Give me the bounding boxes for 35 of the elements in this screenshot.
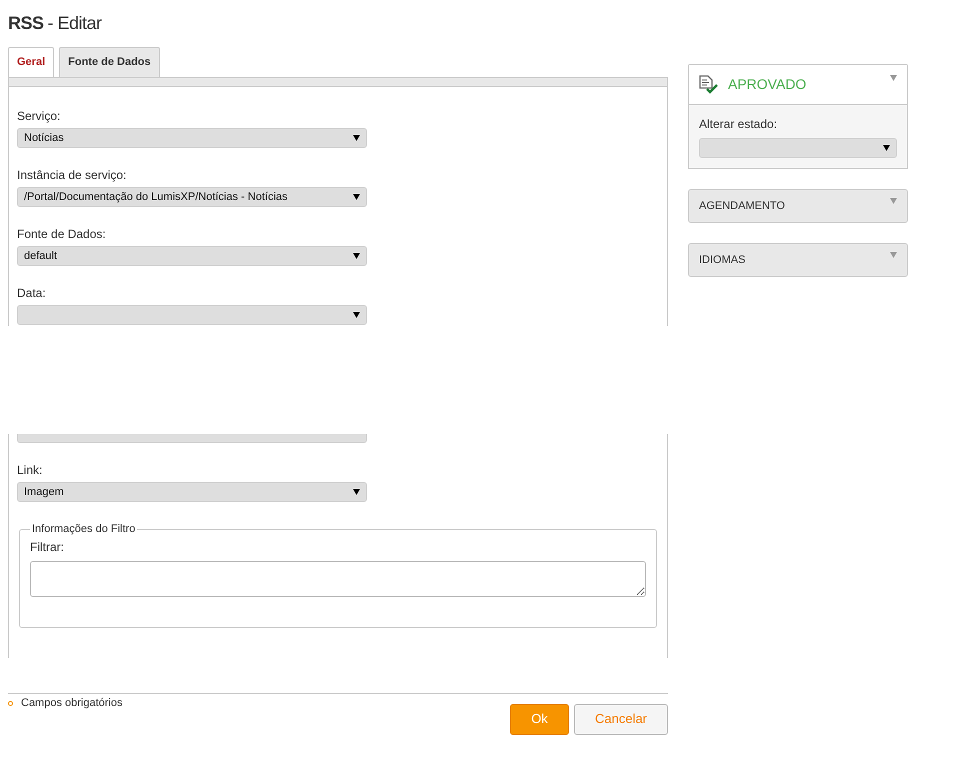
field-label: Data: [17, 286, 47, 301]
dropdown-select[interactable]: Notícias [17, 128, 367, 148]
field-label: Alterar estado: [699, 116, 778, 133]
dropdown-select[interactable] [699, 138, 897, 158]
dropdown-select[interactable]: Imagem [17, 482, 367, 502]
caret-icon [353, 194, 360, 200]
required-marker-icon [8, 701, 13, 706]
caret-icon [883, 145, 890, 151]
collapsible-section[interactable]: IDIOMAS [688, 243, 908, 277]
caret-icon [890, 75, 897, 81]
field-label: Link: [17, 463, 44, 478]
page-title: RSS [8, 12, 44, 35]
document-check-icon [699, 74, 720, 94]
caret-icon [353, 312, 360, 318]
dropdown-select[interactable]: default [17, 246, 367, 266]
caret-icon [890, 252, 897, 258]
collapsible-section[interactable]: AGENDAMENTO [688, 189, 908, 223]
status-title: APROVADO [728, 75, 806, 94]
tab[interactable]: Fonte de Dados [59, 47, 160, 77]
caret-icon [353, 135, 360, 141]
page-title-suffix: - Editar [48, 12, 102, 35]
filter-textarea[interactable] [30, 560, 646, 596]
required-note: Campos obrigatórios [21, 696, 122, 712]
dropdown-select[interactable] [17, 434, 367, 443]
field-label: Fonte de Dados: [17, 227, 107, 242]
field-label: Instância de serviço: [17, 168, 128, 183]
caret-icon [353, 489, 360, 495]
group-legend: Informações do Filtro [30, 521, 138, 538]
caret-icon [353, 253, 360, 259]
field-label: Filtrar: [30, 538, 65, 556]
dropdown-select[interactable]: /Portal/Documentação do LumisXP/Notícias - Notícias [17, 187, 367, 207]
caret-icon [890, 198, 897, 204]
dropdown-select[interactable] [17, 305, 367, 325]
tab[interactable]: Geral [8, 47, 54, 77]
field-label: Serviço: [17, 109, 62, 124]
